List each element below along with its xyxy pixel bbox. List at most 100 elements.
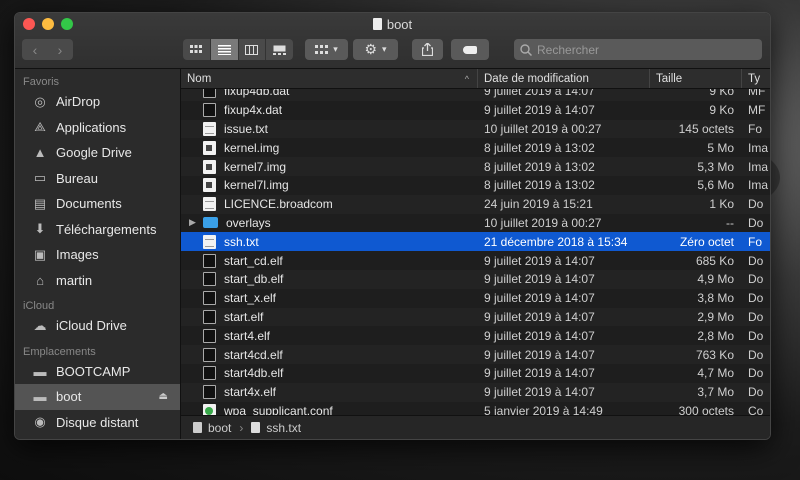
file-size: 4,7 Mo	[697, 366, 734, 381]
file-name-cell: fixup4x.dat	[181, 103, 478, 118]
chevron-down-icon: ▾	[382, 44, 387, 54]
sidebar-item-airdrop[interactable]: ◎ AirDrop	[15, 89, 180, 115]
file-date: 9 juillet 2019 à 14:07	[484, 291, 595, 306]
table-row[interactable]: start_x.elf 9 juillet 2019 à 14:07 3,8 Mo D…	[181, 289, 770, 308]
documents-icon: ▤	[33, 195, 47, 211]
table-row[interactable]: start_cd.elf 9 juillet 2019 à 14:07 685 Ko…	[181, 251, 770, 270]
table-row[interactable]: LICENCE.broadcom 24 juin 2019 à 15:21 1 Ko…	[181, 194, 770, 214]
disk-icon	[372, 18, 382, 30]
file-type: MF	[748, 89, 766, 99]
sidebar-item-label: martin	[56, 272, 93, 288]
search-icon	[520, 43, 532, 56]
table-row[interactable]: start4.elf 9 juillet 2019 à 14:07 2,8 Mo Do	[181, 326, 770, 345]
file-type: Do	[748, 291, 764, 306]
file-name-cell: start4cd.elf	[181, 347, 478, 362]
table-row[interactable]: ▶ overlays 10 juillet 2019 à 00:27 -- Do	[181, 214, 770, 233]
table-row[interactable]: kernel.img 8 juillet 2019 à 13:02 5 Mo Ima	[181, 138, 770, 157]
sidebar-item-disque-distant[interactable]: ◉ Disque distant	[15, 410, 180, 436]
table-row[interactable]: start4x.elf 9 juillet 2019 à 14:07 3,7 Mo D…	[181, 382, 770, 402]
sidebar-item-label: Disque distant	[56, 414, 139, 430]
file-name: kernel7.img	[224, 159, 287, 174]
sidebar-item-bootcamp[interactable]: ▬ BOOTCAMP	[15, 359, 180, 385]
view-switcher	[183, 39, 293, 60]
table-row[interactable]: ssh.txt 21 décembre 2018 à 15:34 Zéro octe…	[181, 232, 770, 252]
table-row[interactable]: kernel7l.img 8 juillet 2019 à 13:02 5,6 Mo…	[181, 176, 770, 195]
sidebar-item-google-drive[interactable]: ▲ Google Drive	[15, 140, 180, 166]
config-file-icon	[203, 403, 216, 415]
column-size[interactable]: Taille	[650, 69, 742, 88]
file-name: fixup4db.dat	[224, 89, 290, 99]
search-field[interactable]	[514, 39, 762, 60]
sidebar-section-title: Emplacements	[23, 345, 96, 358]
sidebar-item-t-l-chargements[interactable]: ⬇ Téléchargements	[15, 217, 180, 243]
path-item-boot[interactable]: boot	[208, 421, 231, 435]
file-date: 24 juin 2019 à 15:21	[484, 197, 593, 212]
table-row[interactable]: start_db.elf 9 juillet 2019 à 14:07 4,9 Mo…	[181, 269, 770, 289]
grid-icon	[190, 44, 203, 53]
file-name: kernel.img	[224, 140, 280, 155]
file-date: 9 juillet 2019 à 14:07	[484, 103, 595, 118]
window-title: boot	[15, 17, 770, 32]
sidebar-item-boot[interactable]: ▬ boot ⏏	[15, 384, 180, 410]
column-view-button[interactable]	[239, 39, 267, 60]
executable-file-icon	[203, 272, 216, 287]
sidebar-item-bureau[interactable]: ▭ Bureau	[15, 166, 180, 192]
table-row[interactable]: issue.txt 10 juillet 2019 à 00:27 145 octe…	[181, 119, 770, 139]
file-date: 9 juillet 2019 à 14:07	[484, 309, 595, 324]
column-name[interactable]: Nom ^	[181, 69, 478, 88]
executable-file-icon	[203, 309, 216, 324]
document-icon	[203, 121, 216, 136]
group-by-button[interactable]: ▾	[305, 39, 348, 60]
file-date: 8 juillet 2019 à 13:02	[484, 159, 595, 174]
action-button[interactable]: ⚙ ▾	[353, 39, 398, 60]
document-icon	[203, 234, 216, 249]
file-name: fixup4x.dat	[224, 103, 283, 118]
file-size: 1 Ko	[709, 197, 734, 212]
path-item-file[interactable]: ssh.txt	[266, 421, 301, 435]
table-row[interactable]: fixup4x.dat 9 juillet 2019 à 14:07 9 Ko MF	[181, 101, 770, 120]
table-row[interactable]: wpa_supplicant.conf 5 janvier 2019 à 14:4…	[181, 402, 770, 415]
executable-file-icon	[203, 385, 216, 400]
file-type: Do	[748, 309, 764, 324]
gear-icon: ⚙	[364, 41, 378, 57]
file-type: Ima	[748, 140, 769, 155]
file-type: Do	[748, 385, 764, 400]
chevron-right-icon[interactable]: ›	[48, 42, 73, 58]
file-name-cell: start_db.elf	[181, 272, 478, 287]
file-type: Do	[748, 347, 764, 362]
disclosure-triangle-icon[interactable]: ▶	[189, 217, 203, 228]
table-row[interactable]: fixup4db.dat 9 juillet 2019 à 14:07 9 Ko MF	[181, 89, 770, 101]
file-type: Ima	[748, 178, 769, 193]
file-size: 2,9 Mo	[697, 309, 734, 324]
eject-icon[interactable]: ⏏	[159, 391, 168, 402]
file-name-cell: kernel.img	[181, 140, 478, 155]
chevron-down-icon: ▾	[333, 44, 338, 54]
table-row[interactable]: kernel7.img 8 juillet 2019 à 13:02 5,3 Mo I…	[181, 157, 770, 176]
column-date[interactable]: Date de modification	[478, 69, 650, 88]
table-row[interactable]: start4cd.elf 9 juillet 2019 à 14:07 763 Ko…	[181, 345, 770, 364]
share-icon	[422, 43, 433, 56]
table-row[interactable]: start.elf 9 juillet 2019 à 14:07 2,9 Mo Do	[181, 307, 770, 327]
share-button[interactable]	[412, 39, 443, 60]
sidebar-item-martin[interactable]: ⌂ martin	[15, 268, 180, 294]
path-separator: ›	[239, 420, 244, 435]
gallery-view-button[interactable]	[266, 39, 293, 60]
list-view-button[interactable]	[210, 39, 239, 60]
file-date: 10 juillet 2019 à 00:27	[484, 215, 602, 230]
sidebar-item-images[interactable]: ▣ Images	[15, 242, 180, 268]
columns-icon	[245, 44, 259, 55]
column-type[interactable]: Ty	[742, 69, 770, 88]
sidebar-item-icloud-drive[interactable]: ☁ iCloud Drive	[15, 313, 180, 339]
file-date: 8 juillet 2019 à 13:02	[484, 140, 595, 155]
executable-file-icon	[203, 89, 216, 99]
chevron-left-icon[interactable]: ‹	[23, 42, 48, 58]
disk-icon	[193, 422, 202, 433]
icon-view-button[interactable]	[183, 39, 211, 60]
sidebar-item-applications[interactable]: ⟁ Applications	[15, 115, 180, 141]
sidebar-item-documents[interactable]: ▤ Documents	[15, 191, 180, 217]
search-input[interactable]	[537, 42, 737, 57]
table-row[interactable]: start4db.elf 9 juillet 2019 à 14:07 4,7 Mo…	[181, 364, 770, 383]
file-name-cell: wpa_supplicant.conf	[181, 403, 478, 415]
tag-button[interactable]	[451, 39, 489, 60]
file-type: Co	[748, 403, 764, 415]
